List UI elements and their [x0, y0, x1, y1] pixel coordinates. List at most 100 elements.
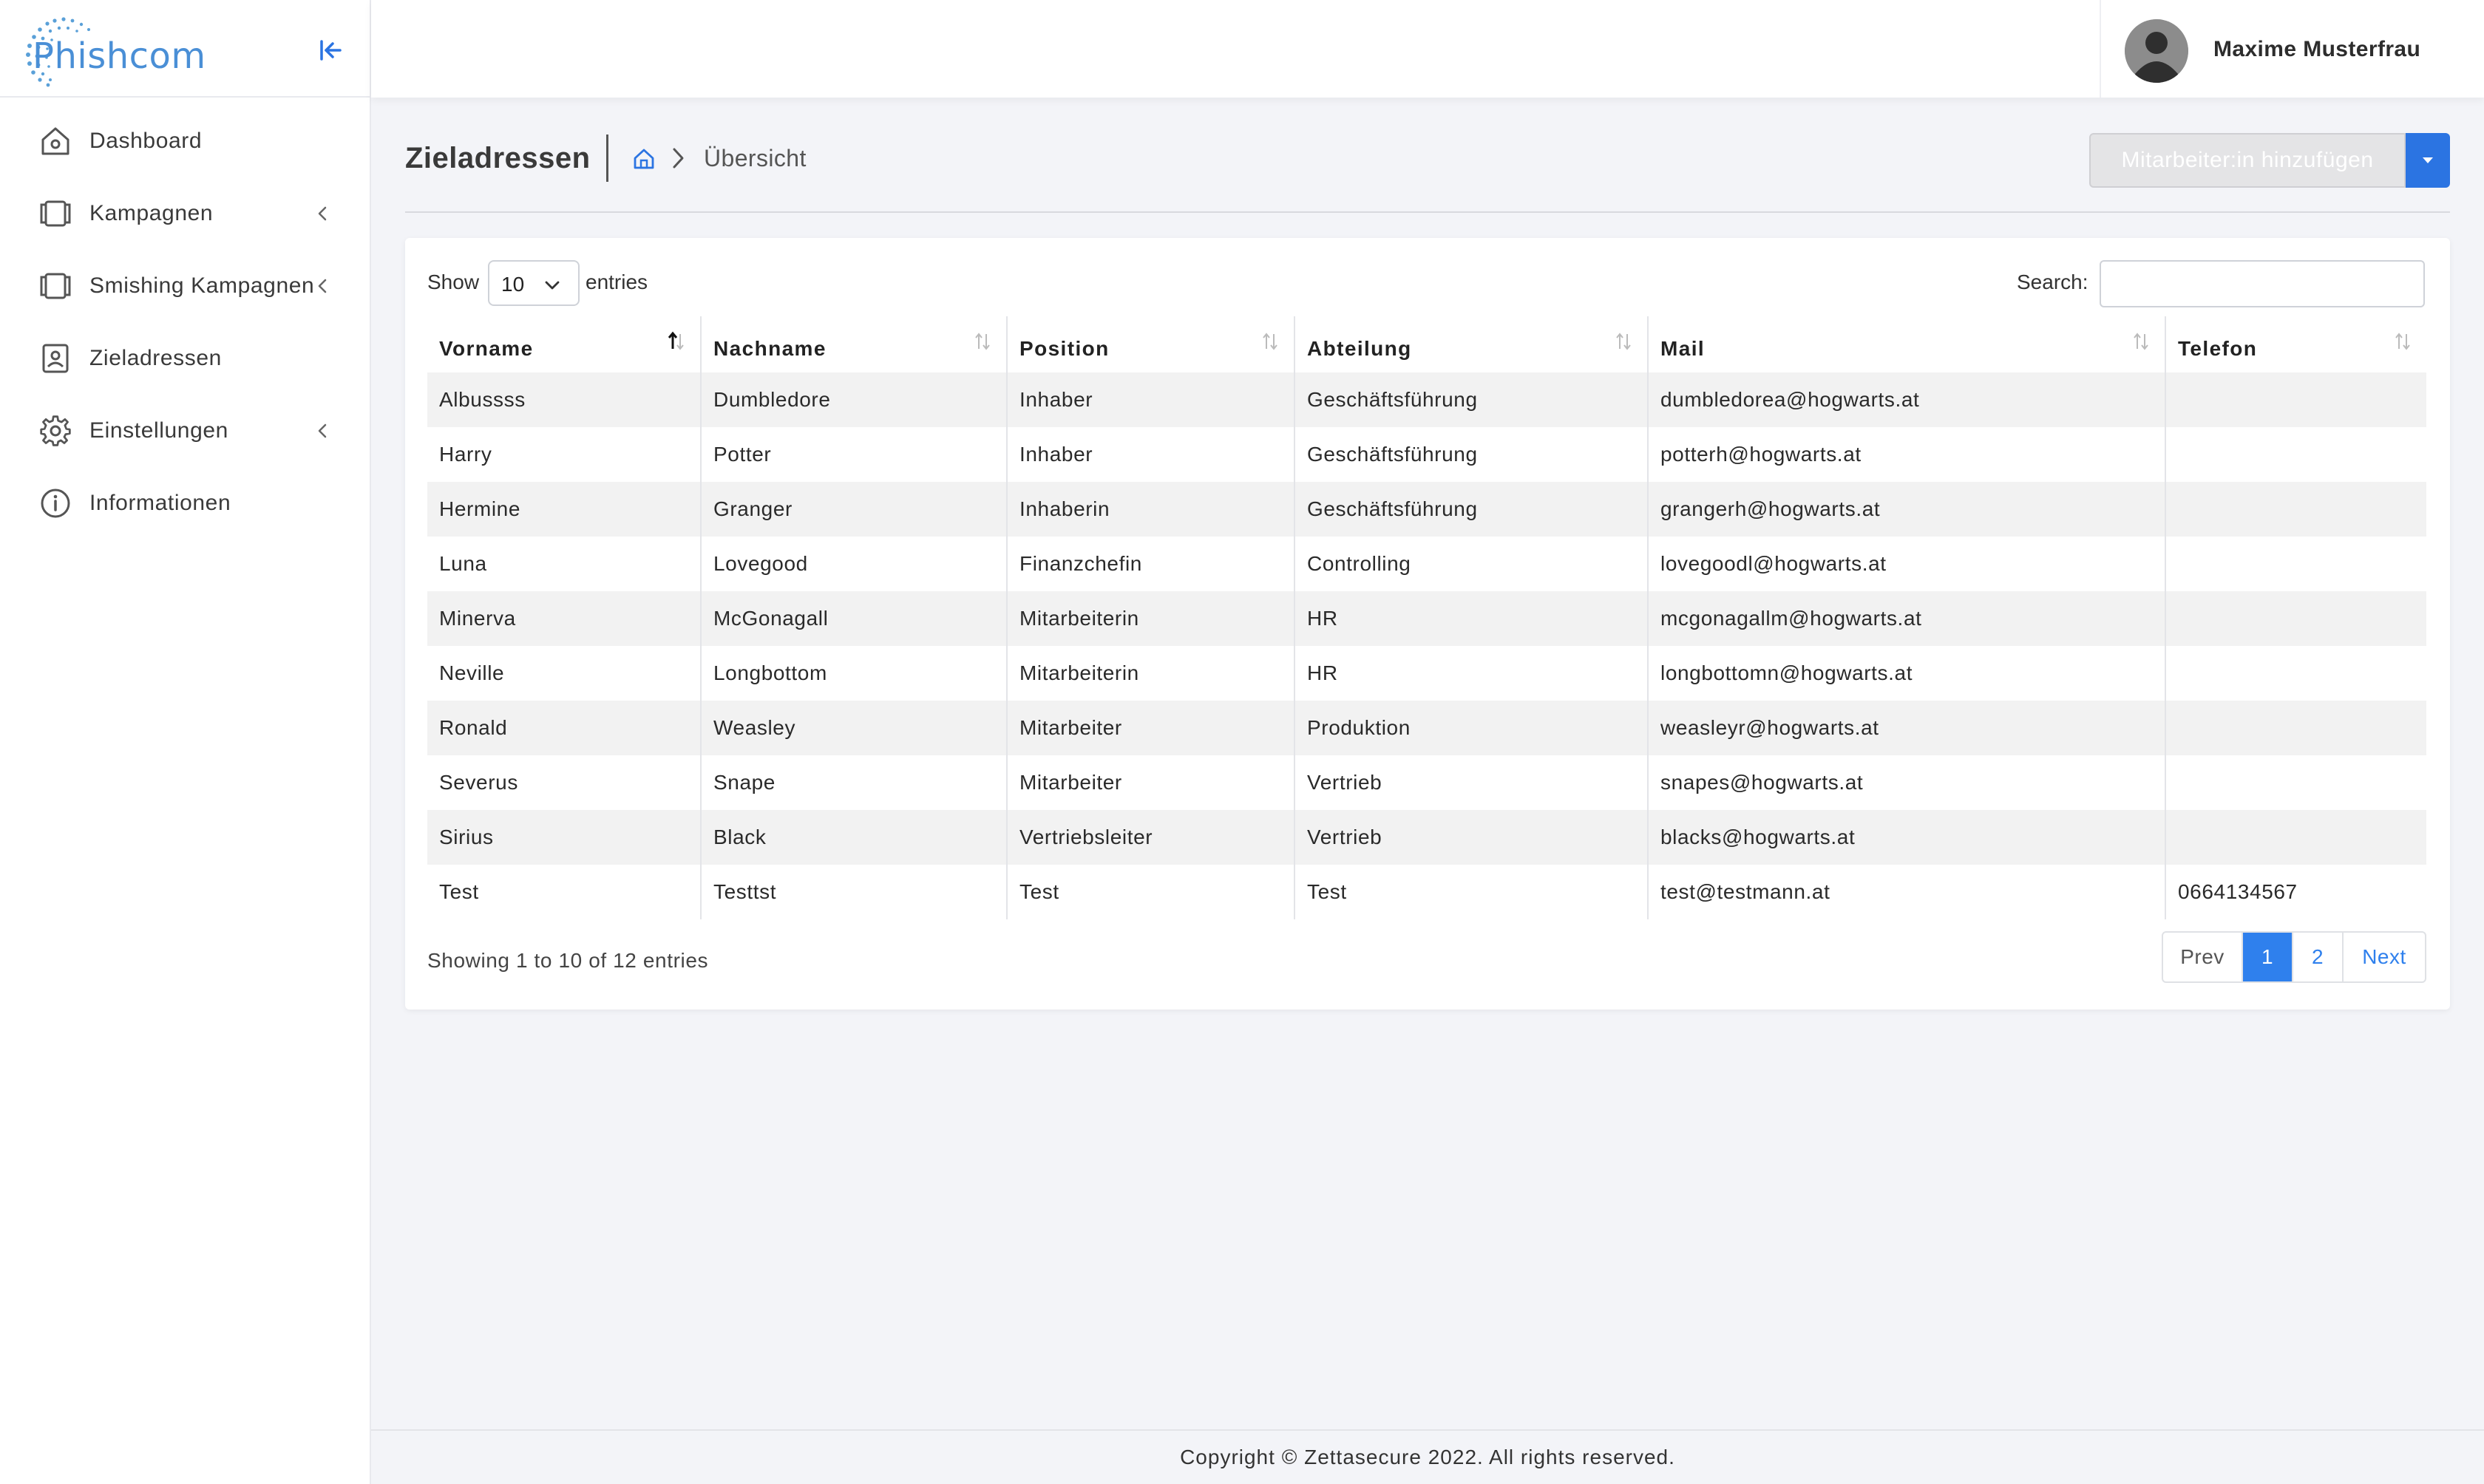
column-header-telefon[interactable]: Telefon: [2165, 316, 2426, 372]
page-header: Zieladressen Übersicht Mitarbeiter:in hi…: [405, 124, 2450, 213]
chevron-left-icon: [318, 279, 327, 293]
cell-position: Finanzchefin: [1006, 537, 1294, 591]
cell-position: Inhaber: [1006, 427, 1294, 482]
cell-vorname: Hermine: [427, 482, 701, 537]
breadcrumb-current: Übersicht: [704, 145, 807, 171]
gear-icon: [40, 415, 71, 446]
cell-abteilung: Geschäftsführung: [1294, 372, 1648, 427]
sidebar-item-label: Einstellungen: [89, 418, 228, 443]
cell-abteilung: Vertrieb: [1294, 810, 1648, 865]
sidebar-nav: Dashboard Kampagnen Smishing Kampagnen Z…: [0, 98, 370, 540]
cell-nachname: Testtst: [700, 865, 1007, 919]
cell-abteilung: HR: [1294, 591, 1648, 646]
cell-vorname: Harry: [439, 443, 492, 466]
cell-nachname: Granger: [700, 482, 1007, 537]
column-header-label: Mail: [1660, 337, 1706, 360]
column-header-label: Nachname: [713, 337, 827, 360]
cell-telefon: [2165, 755, 2426, 810]
entries-label: entries: [586, 270, 648, 293]
page-button-1[interactable]: 1: [2242, 933, 2292, 981]
next-page-button[interactable]: Next: [2342, 933, 2425, 981]
cell-vorname: Severus: [439, 771, 518, 794]
cell-mail: mcgonagallm@hogwarts.at: [1647, 591, 2165, 646]
cell-abteilung: Vertrieb: [1294, 755, 1648, 810]
cell-mail: grangerh@hogwarts.at: [1647, 482, 2165, 537]
sidebar-item-label: Dashboard: [89, 129, 203, 153]
user-menu[interactable]: Maxime Musterfrau: [2100, 0, 2484, 98]
cell-nachname: Longbottom: [700, 646, 1007, 701]
campaign-icon: [40, 273, 71, 299]
page-button-2[interactable]: 2: [2292, 933, 2342, 981]
cell-telefon: [2165, 482, 2426, 537]
cell-telefon: [2165, 537, 2426, 591]
cell-abteilung: Controlling: [1294, 537, 1648, 591]
add-employee-button[interactable]: Mitarbeiter:in hinzufügen: [2089, 133, 2406, 188]
collapse-sidebar-icon[interactable]: [312, 34, 347, 67]
cell-vorname: Luna: [439, 552, 487, 575]
table-row: Severus Snape Mitarbeiter Vertrieb snapes@ho…: [427, 755, 2426, 810]
cell-abteilung: Geschäftsführung: [1294, 482, 1648, 537]
sidebar-item-zieladressen[interactable]: Zieladressen: [0, 322, 370, 395]
cell-nachname: Black: [700, 810, 1007, 865]
cell-abteilung: Produktion: [1294, 701, 1648, 755]
prev-page-button[interactable]: Prev: [2163, 933, 2242, 981]
add-dropdown-toggle[interactable]: [2406, 133, 2450, 188]
column-header-position[interactable]: Position: [1006, 316, 1294, 372]
cell-telefon: [2165, 810, 2426, 865]
sidebar: Phishcom Dashboard Kampagnen Smishing Ka…: [0, 0, 371, 1484]
copyright-text: Copyright © Zettasecure 2022. All rights…: [1180, 1446, 1675, 1468]
table-row: Harry Potter Inhaber Geschäftsführung potter…: [427, 427, 2426, 482]
cell-telefon: 0664134567: [2165, 865, 2426, 919]
column-header-vorname[interactable]: Vorname: [427, 316, 701, 372]
cell-nachname: Snape: [700, 755, 1007, 810]
chevron-left-icon: [318, 423, 327, 438]
cell-nachname: Dumbledore: [700, 372, 1007, 427]
sort-icon: [1616, 333, 1631, 350]
cell-position: Mitarbeiterin: [1006, 646, 1294, 701]
home-icon[interactable]: [631, 146, 656, 171]
cell-position: Mitarbeiter: [1006, 701, 1294, 755]
sidebar-item-label: Informationen: [89, 491, 231, 515]
page-title: Zieladressen: [405, 142, 591, 174]
employees-table: Vorname Nachname Position Abteilung Mail…: [427, 316, 2426, 919]
cell-nachname: Lovegood: [700, 537, 1007, 591]
table-card: Show 10 entries Search: Vorname Nachname…: [405, 238, 2450, 1010]
cell-vorname: Minerva: [427, 591, 701, 646]
cell-nachname: Potter: [700, 427, 1007, 482]
pagination: Prev 1 2 Next: [2162, 931, 2426, 983]
chevron-left-icon: [318, 206, 327, 221]
sidebar-item-label: Zieladressen: [89, 346, 222, 370]
column-header-label: Vorname: [439, 337, 534, 360]
brand-name: Phishcom: [33, 35, 206, 77]
cell-position: Inhaberin: [1006, 482, 1294, 537]
table-row: Minerva McGonagall Mitarbeiterin HR mcgonaga…: [427, 591, 2426, 646]
column-header-mail[interactable]: Mail: [1647, 316, 2165, 372]
cell-mail: potterh@hogwarts.at: [1647, 427, 2165, 482]
column-header-nachname[interactable]: Nachname: [700, 316, 1007, 372]
contact-icon: [42, 344, 69, 373]
caret-down-icon: [2423, 157, 2433, 163]
sidebar-item-informationen[interactable]: Informationen: [0, 467, 370, 540]
cell-nachname: McGonagall: [700, 591, 1007, 646]
sidebar-item-kampagnen[interactable]: Kampagnen: [0, 177, 370, 250]
avatar: [2125, 19, 2188, 83]
cell-abteilung: Geschäftsführung: [1294, 427, 1648, 482]
cell-position: Vertriebsleiter: [1006, 810, 1294, 865]
page-length-select[interactable]: 10: [488, 260, 580, 306]
page-length-value: 10: [501, 273, 525, 296]
cell-mail: weasleyr@hogwarts.at: [1647, 701, 2165, 755]
sidebar-item-smishing-kampagnen[interactable]: Smishing Kampagnen: [0, 250, 370, 322]
cell-position: Mitarbeiter: [1006, 755, 1294, 810]
sidebar-item-label: Kampagnen: [89, 201, 214, 225]
column-header-abteilung[interactable]: Abteilung: [1294, 316, 1648, 372]
cell-mail: lovegoodl@hogwarts.at: [1647, 537, 2165, 591]
home-icon: [41, 127, 69, 155]
brand-header: Phishcom: [0, 0, 370, 98]
sidebar-item-einstellungen[interactable]: Einstellungen: [0, 395, 370, 467]
table-row: Sirius Black Vertriebsleiter Vertrieb blacks…: [427, 810, 2426, 865]
chevron-right-icon: [673, 148, 684, 169]
cell-vorname: Test: [439, 880, 479, 903]
search-input[interactable]: [2100, 260, 2425, 307]
sidebar-item-dashboard[interactable]: Dashboard: [0, 105, 370, 177]
cell-telefon: [2165, 646, 2426, 701]
